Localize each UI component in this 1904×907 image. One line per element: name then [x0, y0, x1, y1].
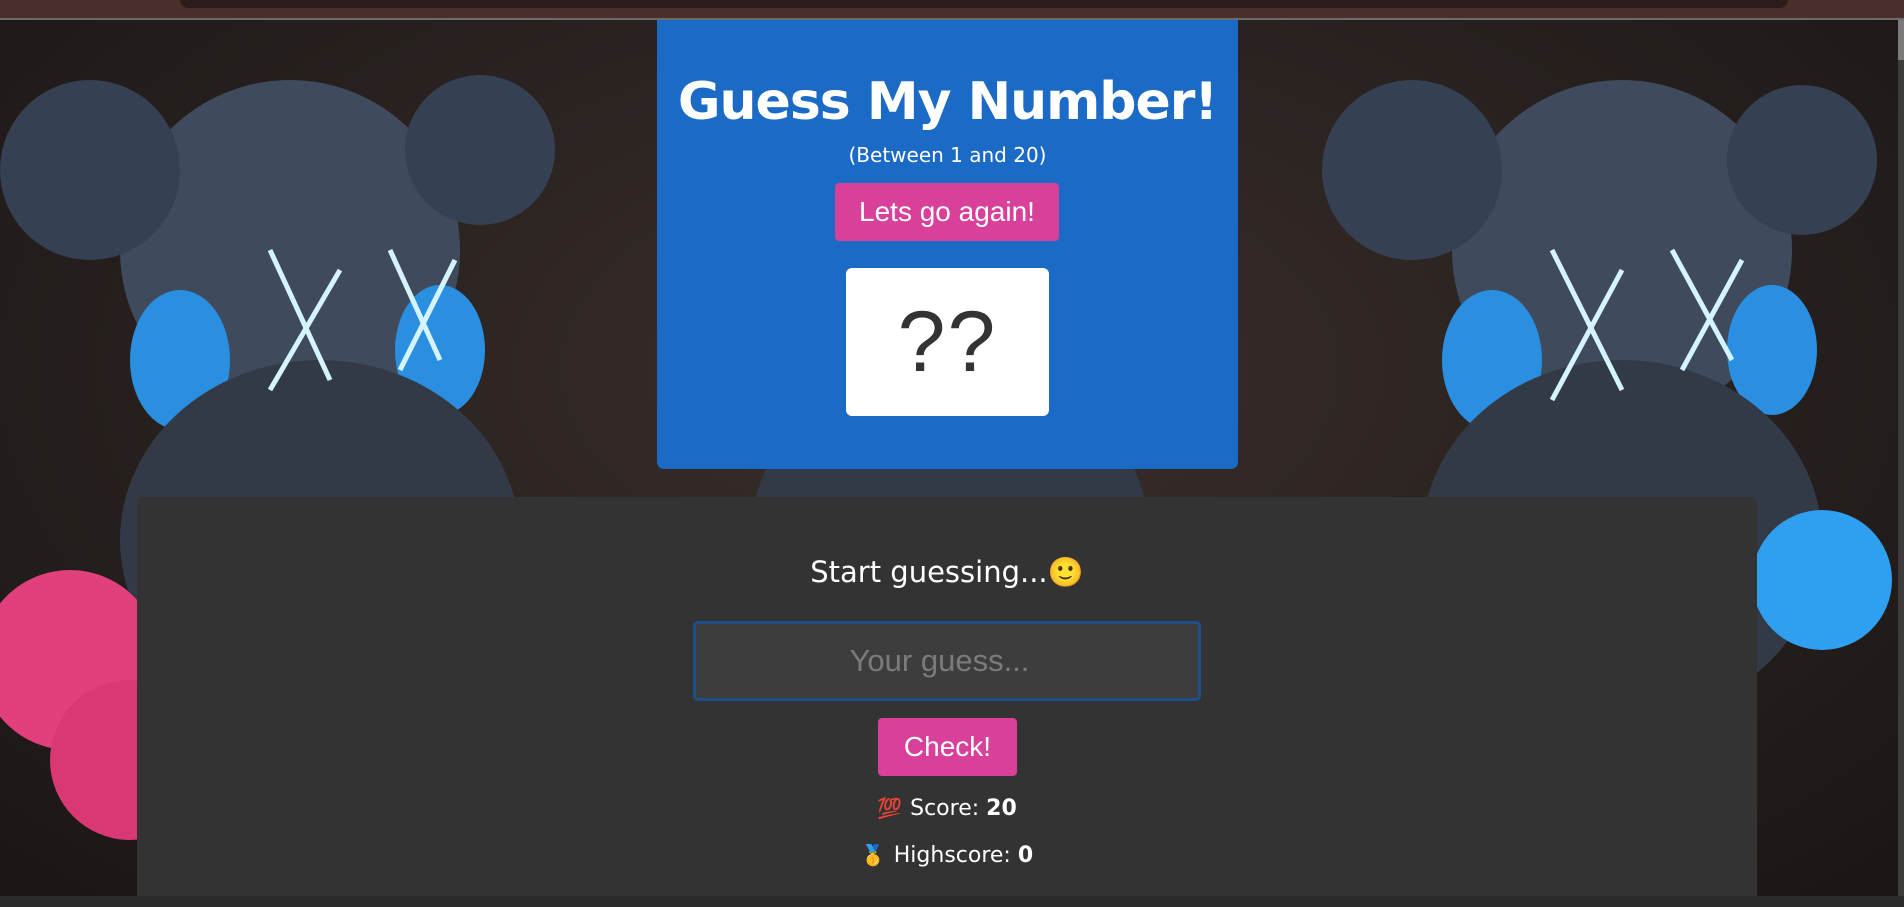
- status-message: Start guessing...🙂: [810, 555, 1084, 589]
- page-scrollbar[interactable]: [1898, 20, 1904, 896]
- app-viewport: Guess My Number! (Between 1 and 20) Lets…: [0, 0, 1904, 907]
- secret-number-box: ??: [846, 268, 1049, 416]
- highscore-value: 0: [1017, 843, 1034, 868]
- hundred-points-icon: 💯: [877, 796, 903, 820]
- guess-input[interactable]: [693, 621, 1201, 701]
- highscore-line: 🥇 Highscore: 0: [137, 843, 1757, 868]
- check-button[interactable]: Check!: [878, 718, 1017, 776]
- game-panel: Start guessing...🙂 Check! 💯 Score: 20 🥇 Hi…: [137, 497, 1757, 907]
- browser-toolbar-edge: [180, 0, 1788, 8]
- bottom-bar: [0, 896, 1904, 907]
- medal-icon: 🥇: [860, 843, 886, 867]
- range-hint: (Between 1 and 20): [848, 143, 1047, 167]
- header-card: Guess My Number! (Between 1 and 20) Lets…: [657, 20, 1238, 469]
- score-value: 20: [986, 796, 1017, 821]
- scrollbar-thumb[interactable]: [1898, 20, 1904, 60]
- browser-chrome-strip: [0, 0, 1904, 20]
- again-button[interactable]: Lets go again!: [835, 183, 1059, 241]
- score-label: Score:: [910, 796, 980, 821]
- score-line: 💯 Score: 20: [137, 796, 1757, 821]
- page-title: Guess My Number!: [677, 72, 1218, 132]
- highscore-label: Highscore:: [893, 843, 1011, 868]
